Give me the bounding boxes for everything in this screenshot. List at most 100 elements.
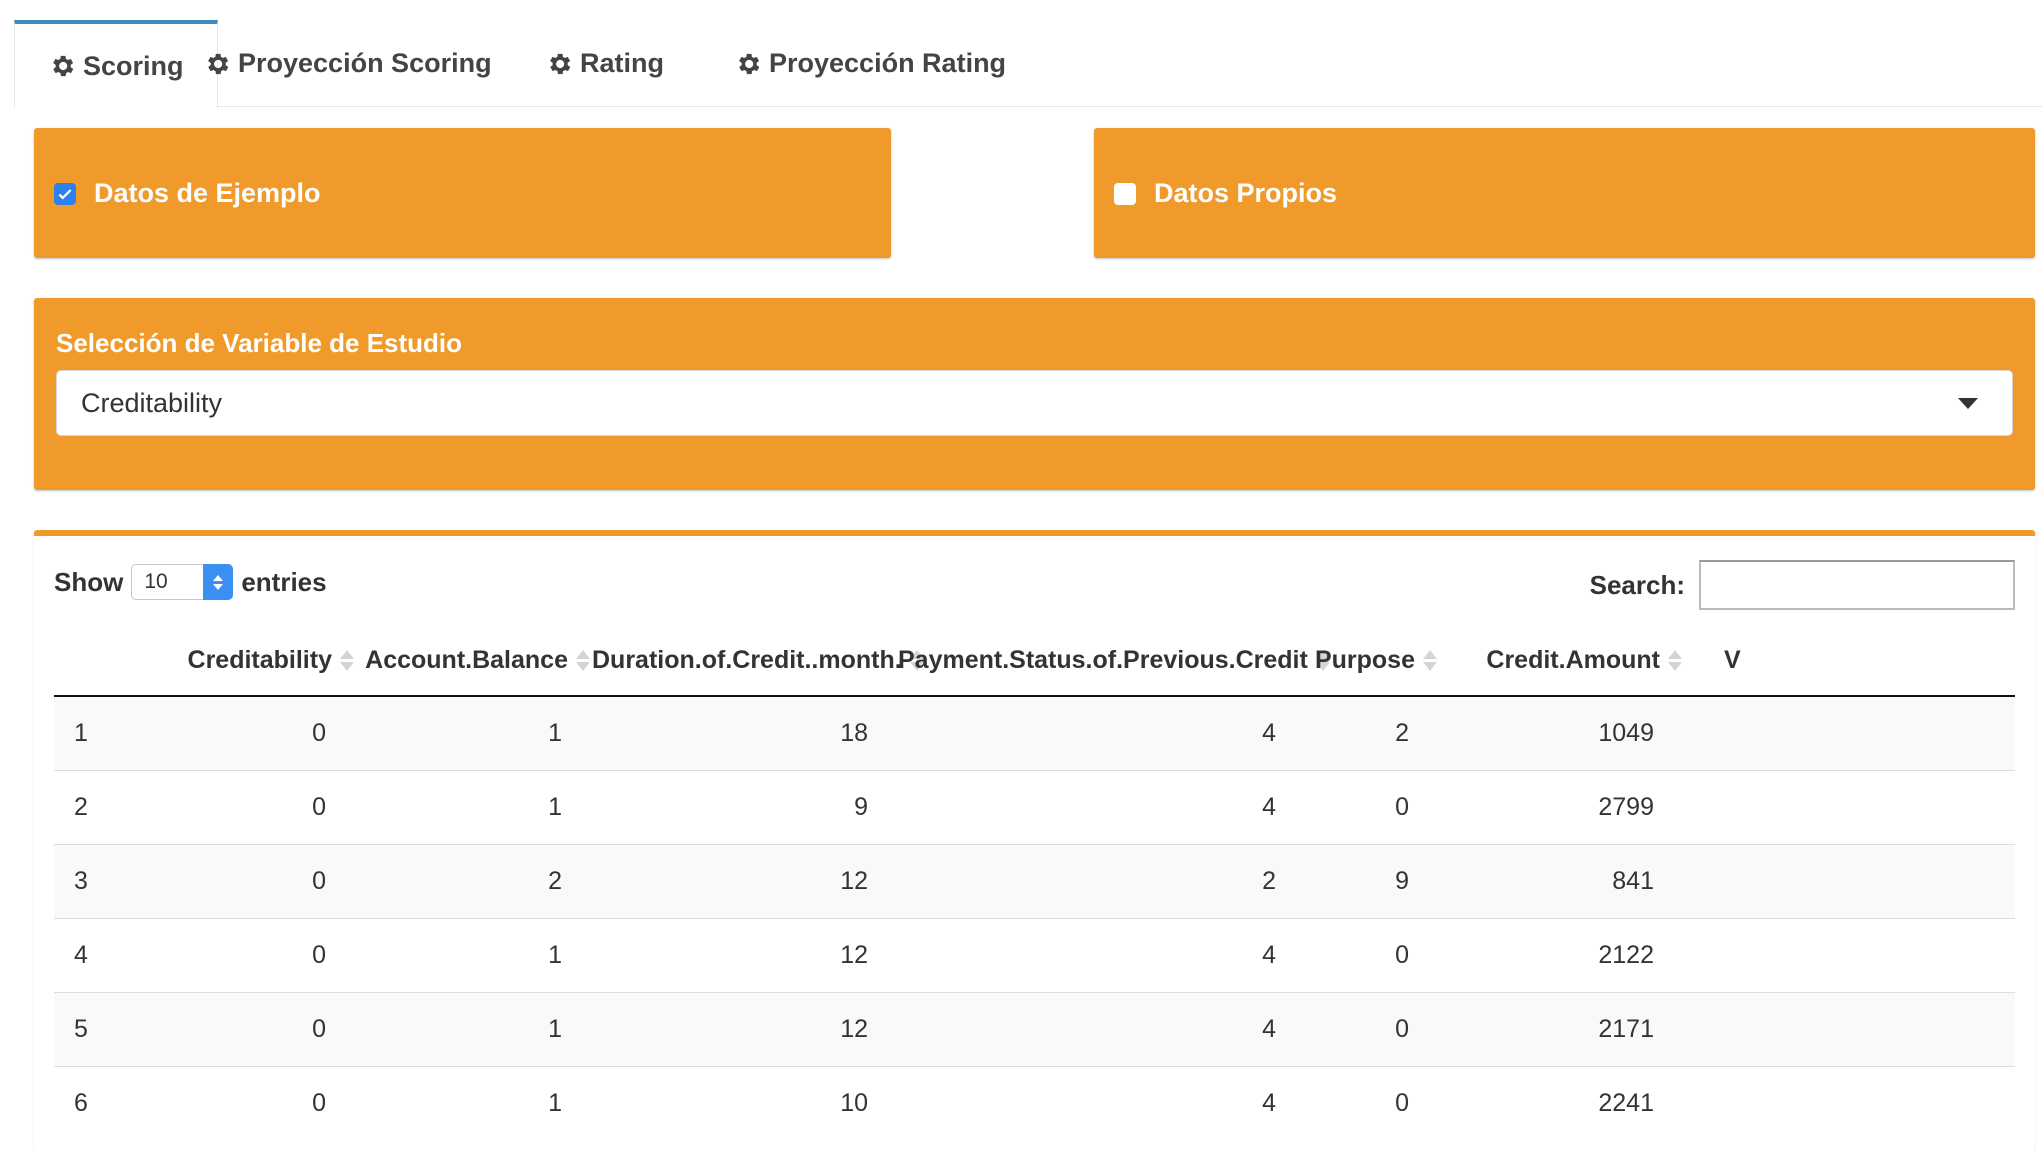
cell-truncated: [1684, 843, 2015, 918]
show-label: Show: [54, 566, 124, 597]
table-row[interactable]: 3 0 2 12 2 9 841: [54, 843, 2015, 918]
cell-payment-status: 4: [898, 695, 1306, 770]
tab-proyeccion-rating-label: Proyección Rating: [769, 48, 1007, 78]
table-row[interactable]: 2 0 1 9 4 0 2799: [54, 769, 2015, 844]
length-control: Show 10 entries: [54, 564, 327, 600]
gear-icon: [48, 52, 76, 80]
gear-icon: [545, 50, 573, 78]
cell-credit-amount: 2799: [1439, 769, 1684, 844]
tab-proyeccion-scoring-label: Proyección Scoring: [238, 48, 492, 78]
table-row[interactable]: 4 0 1 12 4 0 2122: [54, 917, 2015, 992]
sort-icon: [1423, 650, 1437, 672]
column-header-credit-amount[interactable]: Credit.Amount: [1439, 626, 1684, 697]
cell-credit-amount: 2171: [1439, 991, 1684, 1066]
cell-duration: 12: [592, 843, 898, 918]
cell-credit-amount: 841: [1439, 843, 1684, 918]
tab-rating-label: Rating: [580, 48, 664, 78]
column-header-payment-status[interactable]: Payment.Status.of.Previous.Credit: [898, 626, 1330, 697]
cell-credit-amount: 1049: [1439, 695, 1684, 770]
cell-account-balance: 1: [356, 991, 592, 1066]
own-data-label: Datos Propios: [1154, 178, 1338, 208]
cell-account-balance: 1: [356, 769, 592, 844]
column-header-creditability[interactable]: Creditability: [134, 626, 356, 697]
tab-proyeccion-rating[interactable]: Proyección Rating: [701, 20, 1039, 107]
column-header-account-balance[interactable]: Account.Balance: [356, 626, 592, 697]
cell-creditability: 0: [134, 1065, 356, 1140]
checkbox-unchecked-icon[interactable]: [1114, 182, 1136, 205]
page-length-value: 10: [144, 570, 168, 593]
up-down-arrows-icon: [203, 564, 234, 600]
variable-select-label: Selección de Variable de Estudio: [56, 328, 463, 358]
cell-account-balance: 1: [356, 917, 592, 992]
column-header-index[interactable]: [54, 626, 134, 697]
checkbox-checked-icon[interactable]: [54, 182, 76, 205]
cell-credit-amount: 2241: [1439, 1065, 1684, 1140]
cell-index: 1: [54, 695, 134, 770]
variable-selection-box: Selección de Variable de Estudio Credita…: [34, 298, 2035, 490]
cell-duration: 18: [592, 695, 898, 770]
search-control: Search:: [1590, 560, 2015, 610]
cell-index: 3: [54, 843, 134, 918]
cell-creditability: 0: [134, 917, 356, 992]
cell-purpose: 0: [1306, 991, 1439, 1066]
example-data-label: Datos de Ejemplo: [94, 178, 321, 208]
table-header-row: Creditability Account.Balance Duration.o…: [54, 626, 2015, 697]
cell-creditability: 0: [134, 769, 356, 844]
sort-icon: [340, 650, 354, 672]
cell-purpose: 0: [1306, 917, 1439, 992]
cell-payment-status: 4: [898, 1065, 1306, 1140]
variable-select-value: Creditability: [81, 387, 223, 418]
cell-account-balance: 1: [356, 1065, 592, 1140]
tab-bar: Scoring Proyección Scoring Rating Proyec…: [14, 20, 2042, 108]
sort-icon: [1668, 650, 1682, 672]
column-header-truncated[interactable]: V: [1684, 626, 2015, 697]
tab-scoring-label: Scoring: [83, 50, 184, 81]
column-header-duration[interactable]: Duration.of.Credit..month.: [592, 626, 924, 697]
own-data-box: Datos Propios: [1094, 128, 2035, 258]
cell-purpose: 0: [1306, 1065, 1439, 1140]
cell-account-balance: 1: [356, 695, 592, 770]
cell-payment-status: 4: [898, 917, 1306, 992]
entries-label: entries: [241, 566, 327, 597]
cell-purpose: 2: [1306, 695, 1439, 770]
sort-icon: [576, 650, 590, 672]
cell-index: 4: [54, 917, 134, 992]
table-scroll-area[interactable]: Creditability Account.Balance Duration.o…: [54, 626, 2015, 1152]
cell-account-balance: 2: [356, 843, 592, 918]
cell-index: 2: [54, 769, 134, 844]
cell-truncated: [1684, 695, 2015, 770]
cell-creditability: 0: [134, 695, 356, 770]
cell-payment-status: 4: [898, 991, 1306, 1066]
data-table: Creditability Account.Balance Duration.o…: [54, 626, 2015, 1140]
tab-rating[interactable]: Rating: [512, 20, 697, 107]
cell-truncated: [1684, 991, 2015, 1066]
caret-down-icon: [1958, 398, 1978, 409]
column-header-purpose[interactable]: Purpose: [1306, 626, 1439, 697]
data-table-panel: Show 10 entries Search: Creditability Ac…: [34, 530, 2035, 1152]
cell-payment-status: 2: [898, 843, 1306, 918]
cell-creditability: 0: [134, 991, 356, 1066]
cell-index: 5: [54, 991, 134, 1066]
example-data-box: Datos de Ejemplo: [34, 128, 891, 258]
variable-select[interactable]: Creditability: [56, 370, 2013, 436]
table-row[interactable]: 6 0 1 10 4 0 2241: [54, 1065, 2015, 1140]
gear-icon: [734, 50, 762, 78]
cell-creditability: 0: [134, 843, 356, 918]
tab-proyeccion-scoring[interactable]: Proyección Scoring: [170, 20, 525, 107]
table-row[interactable]: 1 0 1 18 4 2 1049: [54, 695, 2015, 770]
cell-index: 6: [54, 1065, 134, 1140]
cell-truncated: [1684, 769, 2015, 844]
gear-icon: [203, 50, 231, 78]
own-data-checkbox[interactable]: Datos Propios: [1114, 178, 1337, 209]
cell-truncated: [1684, 917, 2015, 992]
search-label: Search:: [1589, 569, 1685, 600]
search-input[interactable]: [1699, 560, 2015, 610]
cell-purpose: 9: [1306, 843, 1439, 918]
page-length-select[interactable]: 10: [131, 564, 234, 600]
cell-duration: 12: [592, 917, 898, 992]
table-row[interactable]: 5 0 1 12 4 0 2171: [54, 991, 2015, 1066]
cell-duration: 12: [592, 991, 898, 1066]
example-data-checkbox[interactable]: Datos de Ejemplo: [54, 178, 321, 209]
cell-truncated: [1684, 1065, 2015, 1140]
cell-duration: 10: [592, 1065, 898, 1140]
